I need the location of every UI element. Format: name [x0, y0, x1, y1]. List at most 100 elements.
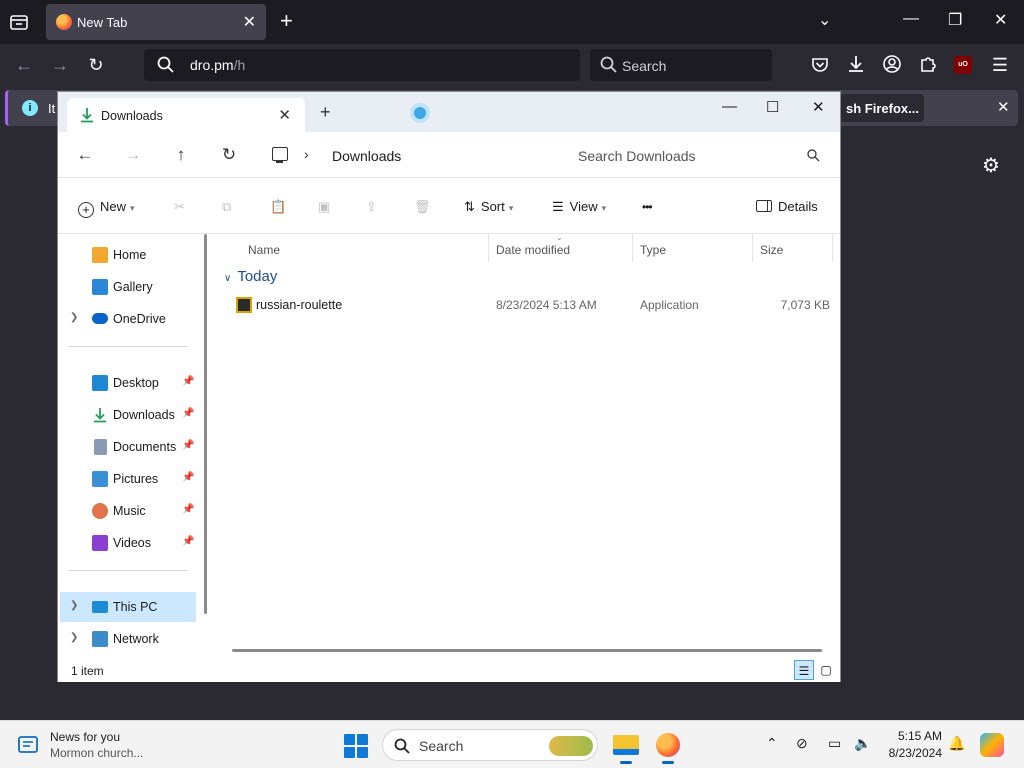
forward-icon[interactable]: →	[48, 53, 72, 77]
browser-tab-new-tab[interactable]: New Tab ✕	[46, 4, 266, 40]
group-header-today[interactable]: ∨ Today	[224, 268, 277, 285]
restore-icon[interactable]: ❐	[948, 10, 962, 30]
ublock-origin-icon[interactable]: uO	[954, 56, 972, 74]
tab-list-icon[interactable]	[8, 12, 32, 32]
back-icon[interactable]: ←	[74, 144, 96, 166]
chevron-right-icon[interactable]: ❯	[70, 600, 78, 611]
chevron-right-icon[interactable]: ›	[304, 146, 309, 162]
chevron-down-icon[interactable]: ∨	[224, 273, 231, 284]
column-header-size[interactable]: Size	[760, 234, 783, 262]
extensions-icon[interactable]	[918, 54, 938, 74]
view-button[interactable]: ☰ View ▾	[552, 196, 606, 218]
new-explorer-tab-button[interactable]: +	[320, 102, 331, 123]
explorer-search-box[interactable]: Search Downloads	[562, 138, 830, 172]
column-separator[interactable]	[632, 234, 633, 262]
horizontal-scrollbar[interactable]	[232, 649, 822, 652]
rename-icon[interactable]: ▣	[318, 196, 330, 218]
chevron-right-icon[interactable]: ❯	[70, 312, 78, 323]
more-options-button[interactable]: •••	[642, 196, 653, 218]
paste-icon[interactable]: 📋	[270, 196, 286, 218]
close-tab-icon[interactable]: ✕	[243, 12, 256, 32]
pin-icon[interactable]: 📌	[182, 408, 194, 419]
pin-icon[interactable]: 📌	[182, 440, 194, 451]
pin-icon[interactable]: 📌	[182, 504, 194, 515]
nav-item-downloads[interactable]: Downloads 📌	[60, 400, 196, 430]
chevron-right-icon[interactable]: ❯	[70, 632, 78, 643]
notification-bell-icon[interactable]: 🔔	[948, 735, 965, 752]
copilot-icon[interactable]	[980, 733, 1004, 757]
display-icon[interactable]: ▭	[828, 735, 841, 752]
show-hidden-icons-icon[interactable]: ⌃	[766, 735, 778, 752]
details-pane-button[interactable]: Details	[756, 196, 818, 218]
windows-logo-pane	[357, 734, 368, 745]
nav-item-this-pc[interactable]: ❯ This PC	[60, 592, 196, 622]
explorer-command-bar: + New ▾ ✂ ⧉ 📋 ▣ ⇪ 🗑 ⇅ Sort ▾ ☰ View ▾ ••• Deta…	[58, 178, 840, 234]
large-icons-view-icon[interactable]: ▢	[816, 660, 836, 680]
url-bar[interactable]: dro.pm/h	[144, 49, 580, 81]
account-icon[interactable]	[882, 54, 902, 74]
maximize-icon[interactable]: ☐	[766, 98, 779, 116]
sort-button[interactable]: ⇅ Sort ▾	[464, 196, 513, 218]
firefox-taskbar-button[interactable]	[652, 729, 684, 764]
close-window-icon[interactable]: ✕	[994, 10, 1007, 30]
nav-item-label: Desktop	[113, 376, 159, 390]
system-clock[interactable]: 5:15 AM 8/23/2024	[876, 728, 942, 762]
column-separator[interactable]	[752, 234, 753, 262]
list-all-tabs-icon[interactable]: ⌄	[818, 10, 831, 30]
new-button[interactable]: + New ▾	[78, 196, 135, 218]
file-explorer-taskbar-button[interactable]	[610, 729, 642, 764]
minimize-icon[interactable]: —	[722, 98, 737, 115]
news-widget[interactable]: News for you Mormon church...	[14, 729, 164, 763]
copy-icon[interactable]: ⧉	[222, 196, 231, 218]
breadcrumb-downloads[interactable]: Downloads	[332, 148, 401, 164]
column-header-date-modified[interactable]: Date modified	[496, 234, 570, 262]
close-tab-icon[interactable]: ✕	[278, 106, 291, 124]
nav-item-pictures[interactable]: Pictures 📌	[60, 464, 196, 494]
menu-icon[interactable]: ☰	[988, 53, 1012, 77]
column-header-type[interactable]: Type	[640, 234, 666, 262]
nav-item-network[interactable]: ❯ Network	[60, 624, 196, 654]
nav-item-onedrive[interactable]: ❯ OneDrive	[60, 304, 196, 334]
nav-item-home[interactable]: Home	[60, 240, 196, 270]
nav-item-label: Gallery	[113, 280, 153, 294]
minimize-icon[interactable]: —	[903, 10, 919, 28]
refresh-icon[interactable]: ↻	[218, 144, 240, 166]
reload-icon[interactable]: ↻	[84, 53, 108, 77]
column-separator[interactable]	[488, 234, 489, 262]
close-notification-icon[interactable]: ✕	[997, 98, 1010, 116]
cut-icon[interactable]: ✂	[174, 196, 185, 218]
delete-icon[interactable]: 🗑	[414, 196, 431, 218]
pin-icon[interactable]: 📌	[182, 376, 194, 387]
nav-item-desktop[interactable]: Desktop 📌	[60, 368, 196, 398]
sound-icon[interactable]: 🔈	[854, 735, 871, 752]
pin-icon[interactable]: 📌	[182, 536, 194, 547]
column-separator[interactable]	[832, 234, 833, 262]
downloads-icon	[94, 408, 106, 423]
share-icon[interactable]: ⇪	[366, 196, 377, 218]
details-view-icon[interactable]: ☰	[794, 660, 814, 680]
start-button[interactable]	[344, 734, 368, 758]
up-icon[interactable]: ↑	[170, 144, 192, 166]
details-label: Details	[778, 199, 818, 214]
nav-item-documents[interactable]: Documents 📌	[60, 432, 196, 462]
explorer-tab-downloads[interactable]: Downloads ✕	[67, 98, 305, 132]
forward-icon[interactable]: →	[122, 144, 144, 166]
pin-icon[interactable]: 📌	[182, 472, 194, 483]
breadcrumb[interactable]: › Downloads	[262, 138, 558, 172]
close-window-icon[interactable]: ✕	[812, 98, 825, 116]
settings-gear-icon[interactable]: ⚙	[982, 153, 1000, 178]
new-tab-button[interactable]: +	[280, 9, 293, 33]
back-icon[interactable]: ←	[12, 53, 36, 77]
pocket-icon[interactable]	[810, 55, 830, 75]
nav-item-gallery[interactable]: Gallery	[60, 272, 196, 302]
nav-item-music[interactable]: Music 📌	[60, 496, 196, 526]
network-disconnected-icon[interactable]: ⊘	[796, 735, 808, 752]
taskbar-search[interactable]: Search	[382, 729, 598, 761]
file-row[interactable]: russian-roulette 8/23/2024 5:13 AM Appli…	[214, 292, 840, 318]
nav-scrollbar[interactable]	[204, 234, 207, 614]
column-header-name[interactable]: Name	[248, 234, 280, 262]
browser-search-box[interactable]: Search	[590, 49, 772, 81]
downloads-icon[interactable]	[846, 54, 866, 74]
refresh-firefox-button[interactable]: sh Firefox...	[840, 94, 924, 122]
nav-item-videos[interactable]: Videos 📌	[60, 528, 196, 558]
